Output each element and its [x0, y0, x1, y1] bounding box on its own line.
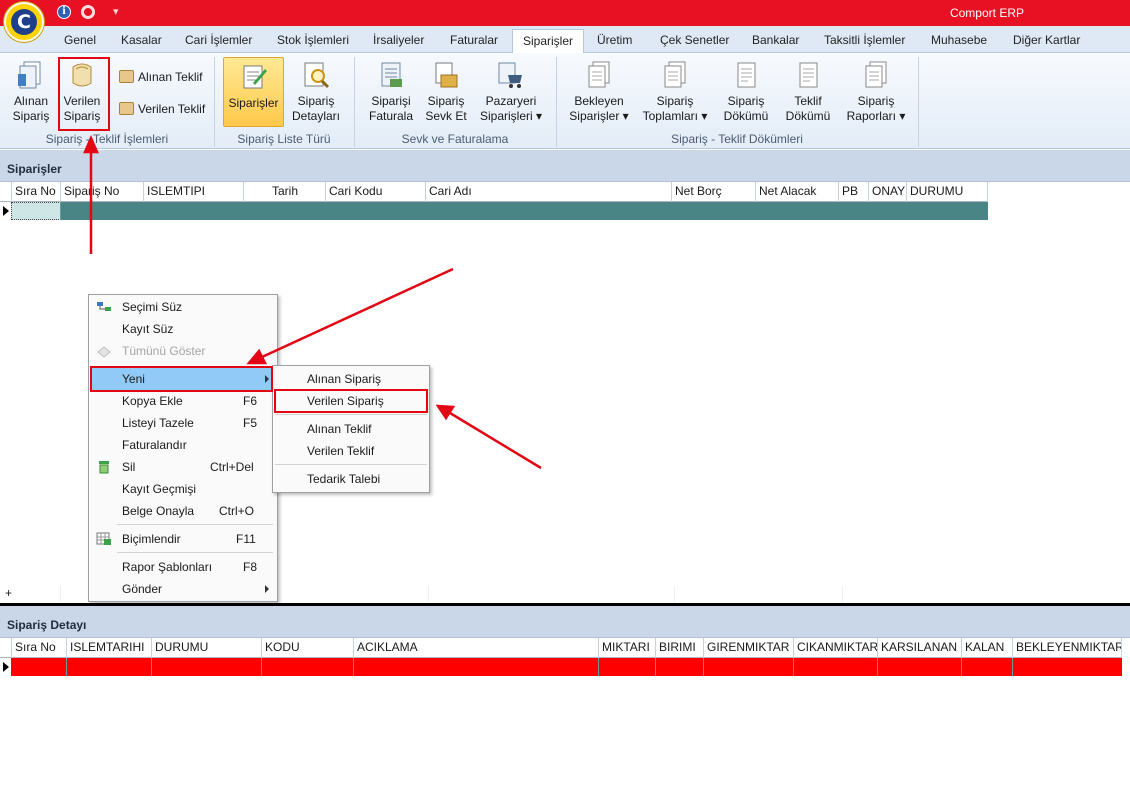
arrow-to-yeni [261, 267, 454, 359]
app-window: i ▾ Comport ERP C Genel Kasalar Cari İşl… [0, 0, 1130, 812]
arrowhead-icon [246, 348, 268, 365]
arrowhead-icon [83, 134, 99, 154]
arrowhead-icon [435, 404, 456, 421]
app-logo-letter: C [11, 9, 37, 35]
app-logo[interactable]: C [4, 2, 44, 42]
annotation-arrows [83, 134, 542, 470]
arrow-to-verilen-siparis-submenu [449, 411, 542, 470]
